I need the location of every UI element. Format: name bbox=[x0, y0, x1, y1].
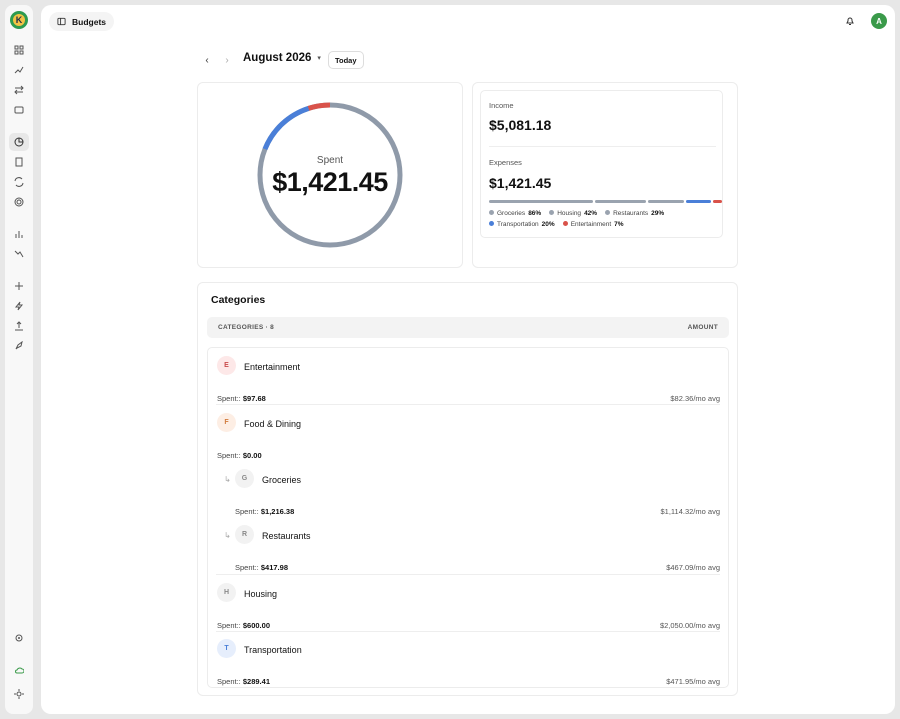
chevron-down-icon: ▾ bbox=[317, 55, 321, 62]
legend-item: Restaurants 29% bbox=[605, 210, 664, 217]
category-monthly-avg: $2,050.00/mo avg bbox=[659, 621, 720, 630]
expenses-label: Expenses bbox=[489, 158, 522, 167]
category-row[interactable]: F Food & DiningSpent:: $0.00 bbox=[208, 413, 728, 463]
dashboard-icon[interactable] bbox=[9, 41, 29, 59]
category-row[interactable]: E EntertainmentSpent:: $97.68 $82.36/mo av… bbox=[208, 356, 728, 406]
sidebar-toggle-icon[interactable] bbox=[57, 17, 66, 26]
row-divider bbox=[216, 574, 720, 575]
category-row[interactable]: ↳ G GroceriesSpent:: $1,216.38 $1,114.32/mo… bbox=[208, 469, 728, 519]
amount-header: AMOUNT bbox=[687, 324, 718, 331]
sparkles-icon[interactable] bbox=[9, 277, 29, 295]
expense-bar-segment bbox=[686, 200, 712, 203]
categories-list: E EntertainmentSpent:: $97.68 $82.36/mo av… bbox=[207, 347, 729, 688]
categories-table-header: CATEGORIES · 8 AMOUNT bbox=[207, 317, 729, 338]
expense-bar-segment bbox=[713, 200, 723, 203]
spent-value: $1,421.45 bbox=[272, 167, 388, 197]
bar-chart-icon[interactable] bbox=[9, 225, 29, 243]
expense-bar-segment bbox=[594, 200, 647, 203]
transfer-icon[interactable] bbox=[9, 81, 29, 99]
subcategory-arrow-icon: ↳ bbox=[224, 475, 231, 484]
row-divider bbox=[216, 404, 720, 405]
divider bbox=[489, 146, 716, 147]
category-initial-badge: E bbox=[217, 356, 236, 375]
legend-item: Entertainment 7% bbox=[562, 221, 624, 228]
expense-bar-segment bbox=[489, 200, 593, 203]
category-spent: Spent:: $1,216.38 bbox=[235, 507, 295, 516]
category-name: Restaurants bbox=[262, 531, 311, 541]
avatar[interactable]: A bbox=[871, 13, 887, 29]
categories-count-header: CATEGORIES · 8 bbox=[218, 324, 275, 331]
legend-item: Groceries 86% bbox=[489, 210, 541, 217]
category-name: Housing bbox=[244, 589, 278, 599]
category-initial-badge: T bbox=[217, 639, 236, 658]
spent-label: Spent bbox=[316, 155, 344, 166]
legend-item: Transportation 20% bbox=[489, 221, 555, 228]
category-spent: Spent:: $0.00 bbox=[217, 451, 262, 460]
breadcrumb-label: Budgets bbox=[72, 16, 106, 27]
income-expenses-panel: Income $5,081.18 Expenses $1,421.45 Groc… bbox=[480, 90, 723, 238]
legend-item: Housing 42% bbox=[549, 210, 597, 217]
category-name: Entertainment bbox=[244, 362, 301, 372]
main-panel: Budgets A ‹ › August 2026 ▾ Today Spent … bbox=[41, 5, 895, 714]
trending-up-icon[interactable] bbox=[9, 61, 29, 79]
month-label: August 2026 bbox=[243, 52, 312, 64]
row-divider bbox=[216, 631, 720, 632]
expenses-breakdown-bar bbox=[489, 200, 723, 203]
expense-bar-segment bbox=[648, 200, 685, 203]
category-row[interactable]: H HousingSpent:: $600.00 $2,050.00/mo avg bbox=[208, 583, 728, 633]
prev-month-chevron-icon[interactable]: ‹ bbox=[200, 53, 214, 67]
categories-card: Categories CATEGORIES · 8 AMOUNT E Entert… bbox=[197, 282, 738, 696]
spent-donut-card: Spent $1,421.45 bbox=[197, 82, 463, 268]
lightning-icon[interactable] bbox=[9, 297, 29, 315]
next-month-chevron-icon[interactable]: › bbox=[220, 53, 234, 67]
recurring-icon[interactable] bbox=[9, 173, 29, 191]
category-monthly-avg: $471.95/mo avg bbox=[666, 677, 720, 686]
income-expenses-card: Income $5,081.18 Expenses $1,421.45 Groc… bbox=[472, 82, 738, 268]
expenses-legend-row-1: Groceries 86% Housing 42% Restaurants 29% bbox=[489, 210, 664, 217]
category-initial-badge: H bbox=[217, 583, 236, 602]
category-spent: Spent:: $97.68 bbox=[217, 394, 266, 403]
category-row[interactable]: T TransportationSpent:: $289.41 $471.95/mo… bbox=[208, 639, 728, 689]
upload-icon[interactable] bbox=[9, 317, 29, 335]
target-icon[interactable] bbox=[9, 193, 29, 211]
category-row[interactable]: ↳ R RestaurantsSpent:: $417.98 $467.09/mo a… bbox=[208, 525, 728, 575]
rocket-icon[interactable] bbox=[9, 337, 29, 355]
category-name: Groceries bbox=[262, 475, 302, 485]
category-initial-badge: R bbox=[235, 525, 254, 544]
wallet-icon[interactable] bbox=[9, 101, 29, 119]
today-button[interactable]: Today bbox=[328, 51, 364, 69]
expenses-legend-row-2: Transportation 20% Entertainment 7% bbox=[489, 221, 624, 228]
category-name: Transportation bbox=[244, 645, 302, 655]
receipt-icon[interactable] bbox=[9, 153, 29, 171]
category-initial-badge: G bbox=[235, 469, 254, 488]
notifications-bell-icon[interactable] bbox=[841, 12, 859, 30]
cloud-icon[interactable] bbox=[9, 661, 29, 679]
category-monthly-avg: $1,114.32/mo avg bbox=[660, 507, 721, 516]
category-name: Food & Dining bbox=[244, 419, 302, 429]
category-spent: Spent:: $417.98 bbox=[235, 563, 288, 572]
sidebar-rail: K bbox=[5, 5, 33, 714]
income-label: Income bbox=[489, 101, 514, 110]
trending-down-icon[interactable] bbox=[9, 245, 29, 263]
category-monthly-avg: $467.09/mo avg bbox=[666, 563, 720, 572]
income-value: $5,081.18 bbox=[489, 117, 552, 133]
category-spent: Spent:: $600.00 bbox=[217, 621, 270, 630]
category-initial-badge: F bbox=[217, 413, 236, 432]
breadcrumb[interactable]: Budgets bbox=[49, 12, 114, 31]
category-monthly-avg: $82.36/mo avg bbox=[670, 394, 720, 403]
categories-title: Categories bbox=[211, 294, 266, 306]
budget-pie-icon[interactable] bbox=[9, 133, 29, 151]
settings-gear-icon[interactable] bbox=[9, 629, 29, 647]
theme-sun-icon[interactable] bbox=[9, 685, 29, 703]
subcategory-arrow-icon: ↳ bbox=[224, 531, 231, 540]
category-spent: Spent:: $289.41 bbox=[217, 677, 270, 686]
app-logo[interactable]: K bbox=[10, 11, 28, 29]
month-selector[interactable]: August 2026 ▾ bbox=[243, 52, 321, 64]
expenses-value: $1,421.45 bbox=[489, 175, 552, 191]
